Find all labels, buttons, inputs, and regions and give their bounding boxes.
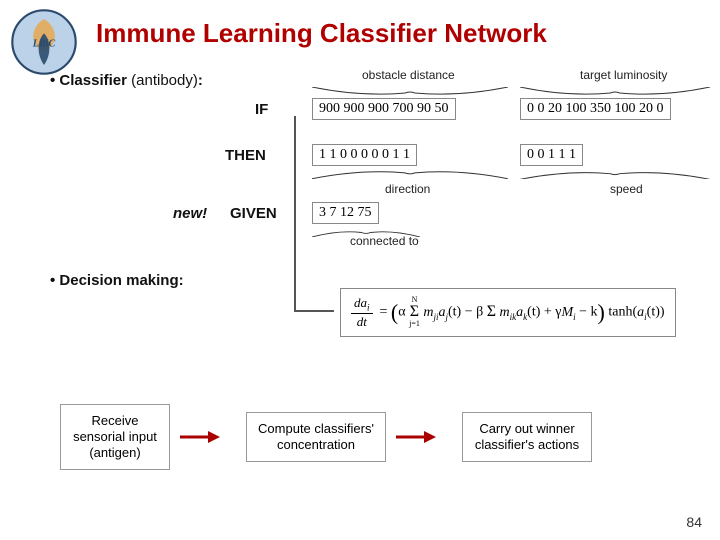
- ode-formula: daidt = (α N Σ j=1 mjiaj(t) − β Σ mikak(…: [340, 288, 676, 337]
- brace-connected: [312, 224, 420, 234]
- page-number: 84: [686, 514, 702, 530]
- then-box-direction: 1 1 0 0 0 0 0 1 1: [312, 144, 417, 166]
- connector-horizontal: [294, 310, 334, 312]
- given-row: new! GIVEN 3 7 12 75 connected to: [50, 202, 700, 242]
- then-box-speed: 0 0 1 1 1: [520, 144, 583, 166]
- given-keyword: GIVEN: [230, 205, 277, 222]
- new-label: new!: [173, 205, 207, 222]
- brace-speed: [520, 166, 710, 178]
- annot-connected-to: connected to: [350, 234, 419, 248]
- flow-box-compute: Compute classifiers' concentration: [246, 412, 386, 463]
- classifier-paren: (antibody): [127, 72, 198, 89]
- brace-direction: [312, 166, 508, 178]
- annot-target-luminosity: target luminosity: [580, 68, 667, 82]
- decision-making-bullet: • Decision making:: [50, 272, 184, 289]
- then-keyword: THEN: [225, 147, 266, 164]
- annot-speed: speed: [610, 182, 643, 196]
- flow-box-receive: Receive sensorial input (antigen): [60, 404, 170, 471]
- flow-box-carryout: Carry out winner classifier's actions: [462, 412, 592, 463]
- arrow-icon: [396, 429, 436, 445]
- arrow-icon: [180, 429, 220, 445]
- slide-title: Immune Learning Classifier Network: [96, 18, 710, 49]
- classifier-bullet: • Classifier: [50, 72, 127, 89]
- then-row: THEN 1 1 0 0 0 0 0 1 1 0 0 1 1 1 directi…: [50, 144, 700, 204]
- brace-obstacle: [312, 86, 508, 98]
- lbic-logo: LBiC: [8, 6, 80, 78]
- given-box: 3 7 12 75: [312, 202, 379, 224]
- brace-target: [520, 86, 710, 98]
- if-box-obstacle: 900 900 900 700 90 50: [312, 98, 456, 120]
- annot-direction: direction: [385, 182, 430, 196]
- classifier-colon: :: [198, 72, 203, 89]
- if-keyword: IF: [255, 101, 268, 118]
- if-row: IF 900 900 900 700 90 50 0 0 20 100 350 …: [50, 98, 700, 126]
- flow-row: Receive sensorial input (antigen) Comput…: [50, 382, 700, 492]
- annot-obstacle-distance: obstacle distance: [362, 68, 455, 82]
- svg-text:LBiC: LBiC: [32, 38, 56, 49]
- if-box-target: 0 0 20 100 350 100 20 0: [520, 98, 671, 120]
